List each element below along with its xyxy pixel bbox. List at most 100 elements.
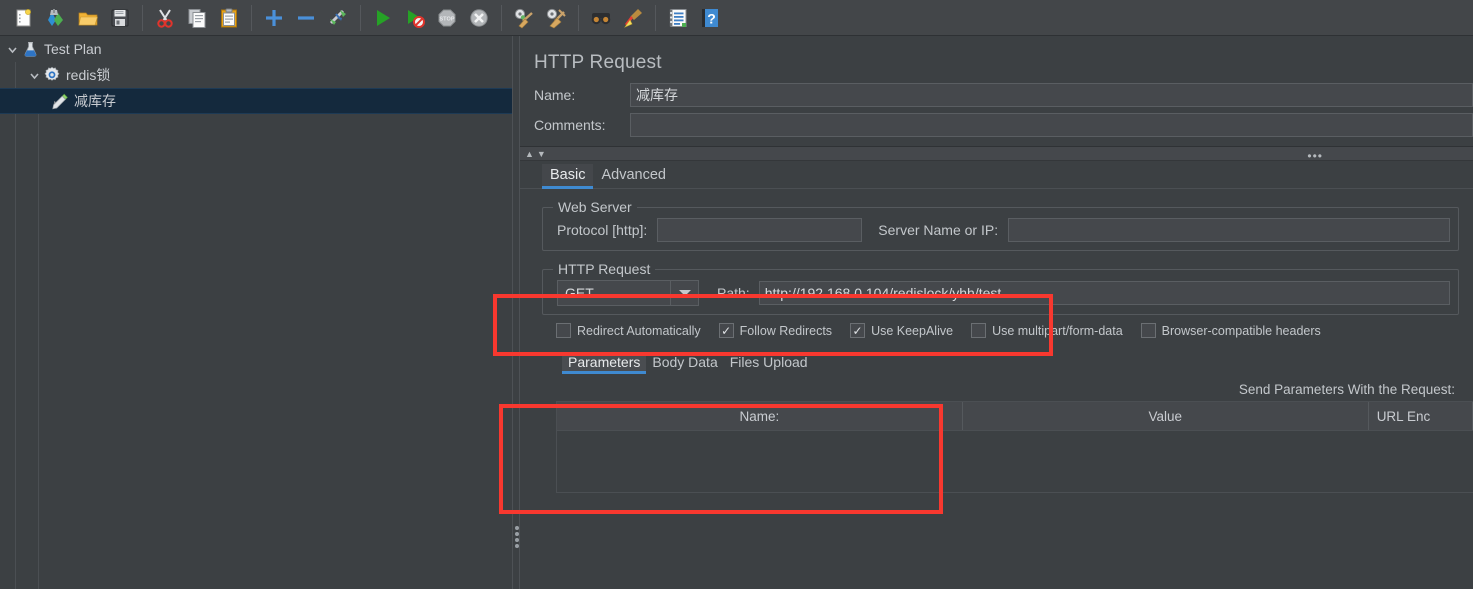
- tree-node-label: 减库存: [74, 93, 116, 109]
- server-name-input[interactable]: [1008, 218, 1450, 242]
- panel-splitter[interactable]: [512, 36, 520, 589]
- web-server-legend: Web Server: [553, 199, 637, 215]
- column-header-name[interactable]: Name:: [557, 402, 963, 430]
- collapse-toolbar[interactable]: ▲▼ •••: [520, 146, 1473, 163]
- expand-all-icon: [266, 9, 282, 26]
- column-header-url-encode[interactable]: URL Enc: [1368, 402, 1473, 430]
- start-icon: [377, 9, 390, 26]
- column-header-value[interactable]: Value: [962, 402, 1369, 430]
- checkbox-label: Browser-compatible headers: [1161, 323, 1321, 338]
- function-helper-button[interactable]: [663, 3, 693, 33]
- expand-all-button[interactable]: [259, 3, 289, 33]
- web-server-row: Protocol [http]: Server Name or IP:: [551, 218, 1450, 242]
- start-no-pauses-icon: [408, 9, 425, 28]
- parameters-tabs: Parameters Body Data Files Upload: [520, 348, 1473, 374]
- start-button[interactable]: [368, 3, 398, 33]
- stop-button[interactable]: STOP: [432, 3, 462, 33]
- toggle-button[interactable]: [323, 3, 353, 33]
- test-plan-icon: [20, 39, 40, 59]
- collapse-arrows-icon[interactable]: ▲▼: [525, 149, 549, 159]
- tree-node-label: Test Plan: [44, 41, 102, 57]
- clear-button[interactable]: [509, 3, 539, 33]
- checkbox-use-keepalive[interactable]: ✓ Use KeepAlive: [850, 323, 953, 338]
- tree-node-thread-group[interactable]: redis锁: [0, 62, 512, 88]
- tree-node-http-request[interactable]: 减库存: [0, 88, 512, 114]
- page-title: HTTP Request: [534, 52, 662, 73]
- checkbox-box[interactable]: [556, 323, 571, 338]
- parameters-table-body[interactable]: [556, 431, 1473, 493]
- protocol-label: Protocol [http]:: [557, 222, 648, 238]
- name-label: Name:: [534, 87, 576, 103]
- chevron-down-icon[interactable]: [4, 41, 20, 57]
- toolbar-separator: [501, 4, 502, 31]
- cut-button[interactable]: [150, 3, 180, 33]
- reset-search-button[interactable]: [618, 3, 648, 33]
- http-sampler-icon: [50, 91, 70, 111]
- search-button[interactable]: [586, 3, 616, 33]
- checkbox-box[interactable]: [971, 323, 987, 338]
- search-icon: [591, 12, 611, 24]
- templates-button[interactable]: [41, 3, 71, 33]
- toolbar-separator: [655, 4, 656, 31]
- save-button[interactable]: [105, 3, 135, 33]
- thread-group-icon: [42, 65, 62, 85]
- checkbox-box[interactable]: [1140, 323, 1156, 338]
- request-options-row: Redirect Automatically ✓ Follow Redirect…: [520, 315, 1473, 342]
- test-plan-tree[interactable]: Test Plan redis锁 减库存: [0, 36, 512, 589]
- clear-all-icon: [546, 8, 566, 28]
- http-request-legend: HTTP Request: [553, 261, 656, 277]
- copy-button[interactable]: [182, 3, 212, 33]
- svg-text:?: ?: [707, 10, 716, 26]
- chevron-down-icon[interactable]: [670, 281, 698, 305]
- toolbar-separator: [251, 4, 252, 31]
- paste-button[interactable]: [214, 3, 244, 33]
- checkbox-label: Redirect Automatically: [577, 323, 701, 338]
- toolbar-separator: [142, 4, 143, 31]
- checkbox-box[interactable]: ✓: [850, 323, 866, 338]
- open-button[interactable]: [73, 3, 103, 33]
- checkbox-browser-compatible-headers[interactable]: Browser-compatible headers: [1140, 323, 1321, 338]
- toolbar-separator: [360, 4, 361, 31]
- checkbox-use-multipart[interactable]: Use multipart/form-data: [971, 323, 1123, 338]
- copy-icon: [188, 8, 206, 28]
- name-input[interactable]: [630, 83, 1473, 107]
- splitter-grip[interactable]: [515, 526, 519, 548]
- checkbox-follow-redirects[interactable]: ✓ Follow Redirects: [718, 323, 833, 338]
- tab-advanced[interactable]: Advanced: [593, 164, 674, 188]
- method-select[interactable]: GET: [557, 280, 699, 306]
- reset-search-icon: [624, 8, 642, 28]
- shutdown-button[interactable]: [464, 3, 494, 33]
- paste-icon: [221, 8, 237, 27]
- cut-icon: [157, 8, 173, 28]
- tab-basic[interactable]: Basic: [542, 164, 594, 189]
- tab-files-upload[interactable]: Files Upload: [724, 352, 814, 374]
- main-toolbar: STOP ?: [0, 0, 1473, 36]
- start-no-pauses-button[interactable]: [400, 3, 430, 33]
- server-name-label: Server Name or IP:: [878, 222, 999, 238]
- http-request-group: HTTP Request GET Path:: [542, 261, 1459, 315]
- web-server-group: Web Server Protocol [http]: Server Name …: [542, 199, 1459, 251]
- collapse-all-button[interactable]: [291, 3, 321, 33]
- path-input[interactable]: [758, 281, 1450, 305]
- open-icon: [78, 12, 98, 25]
- chevron-down-icon[interactable]: [26, 67, 42, 83]
- tree-node-test-plan[interactable]: Test Plan: [0, 36, 512, 62]
- checkbox-redirect-automatically[interactable]: Redirect Automatically: [556, 323, 701, 338]
- protocol-input[interactable]: [657, 218, 863, 242]
- toolbar-separator: [578, 4, 579, 31]
- new-button[interactable]: [9, 3, 39, 33]
- checkbox-box[interactable]: ✓: [718, 323, 734, 338]
- clear-all-button[interactable]: [541, 3, 571, 33]
- toggle-icon: [329, 9, 346, 25]
- checkbox-label: Follow Redirects: [739, 323, 833, 338]
- tab-parameters[interactable]: Parameters: [562, 352, 647, 374]
- shutdown-icon: [470, 8, 488, 27]
- stop-icon: STOP: [438, 9, 456, 26]
- comments-input[interactable]: [630, 113, 1473, 137]
- save-icon: [111, 9, 129, 26]
- comments-label: Comments:: [534, 117, 606, 133]
- parameters-table-header: Name: Value URL Enc: [556, 401, 1473, 431]
- tab-body-data[interactable]: Body Data: [646, 352, 723, 374]
- help-button[interactable]: ?: [695, 3, 725, 33]
- overflow-dots-icon[interactable]: •••: [1307, 149, 1323, 163]
